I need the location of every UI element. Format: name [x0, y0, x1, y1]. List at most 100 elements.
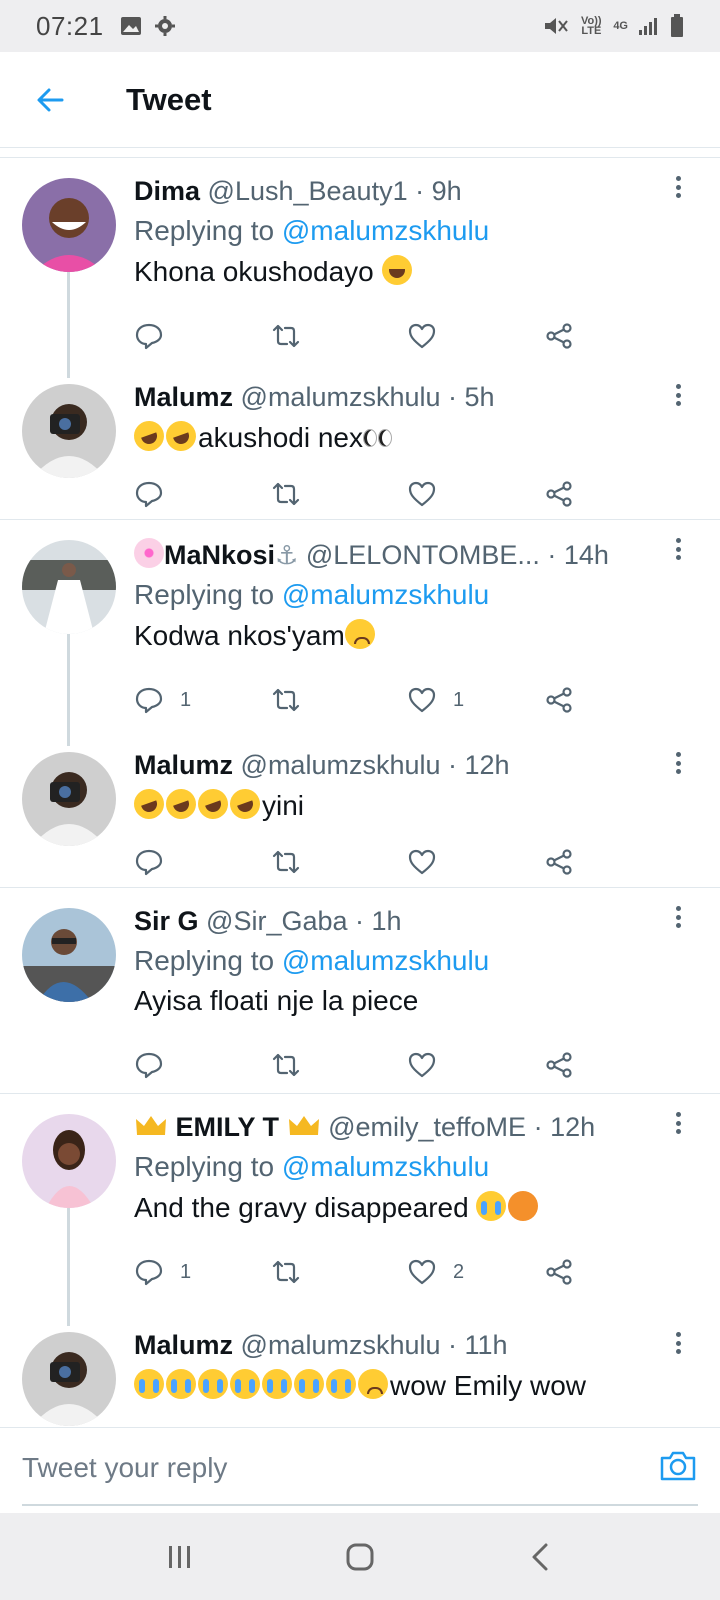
status-bar: 07:21 Vo)) LTE 4G: [0, 0, 720, 52]
display-name[interactable]: EMILY T: [176, 1112, 280, 1142]
display-name[interactable]: Malumz: [134, 750, 233, 780]
tweet[interactable]: EMILY T @emily_teffoME · 12h Replying to…: [0, 1094, 720, 1314]
tweet-text: And the gravy disappeared: [134, 1191, 680, 1224]
user-handle[interactable]: @emily_teffoME: [328, 1112, 526, 1142]
tweet[interactable]: Malumz @malumzskhulu · 5h akushodi nex: [0, 366, 720, 520]
display-name[interactable]: Dima: [134, 176, 200, 206]
user-handle[interactable]: @LELONTOMBE...: [306, 540, 540, 570]
share-button[interactable]: [544, 685, 681, 715]
more-vertical-icon[interactable]: [666, 748, 690, 778]
avatar[interactable]: [22, 178, 116, 272]
user-handle[interactable]: @Lush_Beauty1: [208, 176, 408, 206]
recent-apps-button[interactable]: [150, 1527, 210, 1587]
more-vertical-icon[interactable]: [666, 172, 690, 202]
heart-icon: [408, 323, 436, 349]
tweet-time: · 12h: [533, 1112, 596, 1142]
arrow-left-icon: [37, 88, 64, 111]
like-button[interactable]: 1: [407, 685, 544, 715]
reply-button[interactable]: [134, 1050, 271, 1080]
like-button[interactable]: [407, 479, 544, 509]
replying-to: Replying to @malumzskhulu: [134, 215, 490, 246]
more-vertical-icon[interactable]: [666, 534, 690, 564]
share-button[interactable]: [544, 1050, 681, 1080]
tweet-actions: [134, 1035, 680, 1095]
retweet-icon: [272, 850, 299, 874]
display-name[interactable]: Malumz: [134, 1330, 233, 1360]
tweet[interactable]: Dima @Lush_Beauty1 · 9h Replying to @mal…: [0, 158, 720, 366]
tweet-time: · 5h: [448, 382, 495, 412]
tweet-time: · 9h: [415, 176, 462, 206]
like-button[interactable]: 2: [407, 1257, 544, 1287]
user-handle[interactable]: @malumzskhulu: [241, 1330, 441, 1360]
retweet-button[interactable]: [271, 1050, 408, 1080]
retweet-button[interactable]: [271, 685, 408, 715]
retweet-button[interactable]: [271, 1257, 408, 1287]
reply-button[interactable]: [134, 321, 271, 351]
share-button[interactable]: [544, 1257, 681, 1287]
reply-button[interactable]: [134, 479, 271, 509]
reply-input[interactable]: [22, 1442, 622, 1494]
user-handle[interactable]: @malumzskhulu: [241, 750, 441, 780]
tweet[interactable]: Sir G @Sir_Gaba · 1h Replying to @malumz…: [0, 888, 720, 1094]
status-time: 07:21: [36, 10, 104, 41]
share-button[interactable]: [544, 847, 681, 877]
retweet-icon: [272, 1053, 299, 1077]
user-handle[interactable]: @Sir_Gaba: [206, 906, 347, 936]
rofl-emoji: [129, 784, 169, 824]
loudly-crying-emoji: [294, 1369, 324, 1399]
recent-apps-icon: [169, 1545, 190, 1568]
more-vertical-icon[interactable]: [666, 380, 690, 410]
crown-emoji: [288, 1116, 319, 1135]
retweet-button[interactable]: [271, 321, 408, 351]
camera-button[interactable]: [658, 1446, 698, 1486]
tweet[interactable]: MaNkosi⚓ @LELONTOMBE... · 14h Replying t…: [0, 520, 720, 734]
back-button[interactable]: [0, 52, 100, 148]
avatar[interactable]: [22, 752, 116, 846]
avatar[interactable]: [22, 540, 116, 634]
eyes-emoji: [363, 427, 393, 447]
avatar[interactable]: [22, 908, 116, 1002]
share-button[interactable]: [544, 321, 681, 351]
share-icon: [545, 481, 572, 507]
loudly-crying-emoji: [262, 1369, 292, 1399]
share-button[interactable]: [544, 479, 681, 509]
tweet[interactable]: Malumz @malumzskhulu · 11h wow Emily wow: [0, 1314, 720, 1427]
retweet-button[interactable]: [271, 479, 408, 509]
avatar[interactable]: [22, 1114, 116, 1208]
display-name[interactable]: Malumz: [134, 382, 233, 412]
mention-link[interactable]: @malumzskhulu: [282, 945, 489, 976]
like-count: 2: [453, 1260, 465, 1283]
reply-button[interactable]: 1: [134, 1257, 271, 1287]
network-type-label: 4G: [613, 20, 628, 32]
loudly-crying-emoji: [476, 1191, 507, 1221]
reply-count: 1: [180, 688, 192, 711]
display-name[interactable]: Sir G: [134, 906, 199, 936]
avatar[interactable]: [22, 384, 116, 478]
retweet-button[interactable]: [271, 847, 408, 877]
comment-icon: [135, 849, 163, 876]
reply-button[interactable]: 1: [134, 685, 271, 715]
reply-button[interactable]: [134, 847, 271, 877]
like-button[interactable]: [407, 321, 544, 351]
display-name[interactable]: MaNkosi: [164, 540, 275, 570]
user-handle[interactable]: @malumzskhulu: [241, 382, 441, 412]
more-vertical-icon[interactable]: [666, 1328, 690, 1358]
share-icon: [545, 1052, 572, 1078]
tweet[interactable]: Malumz @malumzskhulu · 12h yini: [0, 734, 720, 888]
like-button[interactable]: [407, 1050, 544, 1080]
mention-link[interactable]: @malumzskhulu: [282, 215, 489, 246]
replying-to: Replying to @malumzskhulu: [134, 1151, 490, 1182]
like-button[interactable]: [407, 847, 544, 877]
home-button[interactable]: [330, 1527, 390, 1587]
mention-link[interactable]: @malumzskhulu: [282, 579, 489, 610]
more-vertical-icon[interactable]: [666, 1108, 690, 1138]
tweet-feed[interactable]: Dima @Lush_Beauty1 · 9h Replying to @mal…: [0, 157, 720, 1427]
back-nav-button[interactable]: [510, 1527, 570, 1587]
avatar[interactable]: [22, 1332, 116, 1426]
more-vertical-icon[interactable]: [666, 902, 690, 932]
reply-thread: Dima @Lush_Beauty1 · 9h Replying to @mal…: [0, 158, 720, 520]
mention-link[interactable]: @malumzskhulu: [282, 1151, 489, 1182]
replying-to: Replying to @malumzskhulu: [134, 945, 490, 976]
heart-icon: [408, 481, 436, 507]
retweet-icon: [272, 1260, 299, 1284]
